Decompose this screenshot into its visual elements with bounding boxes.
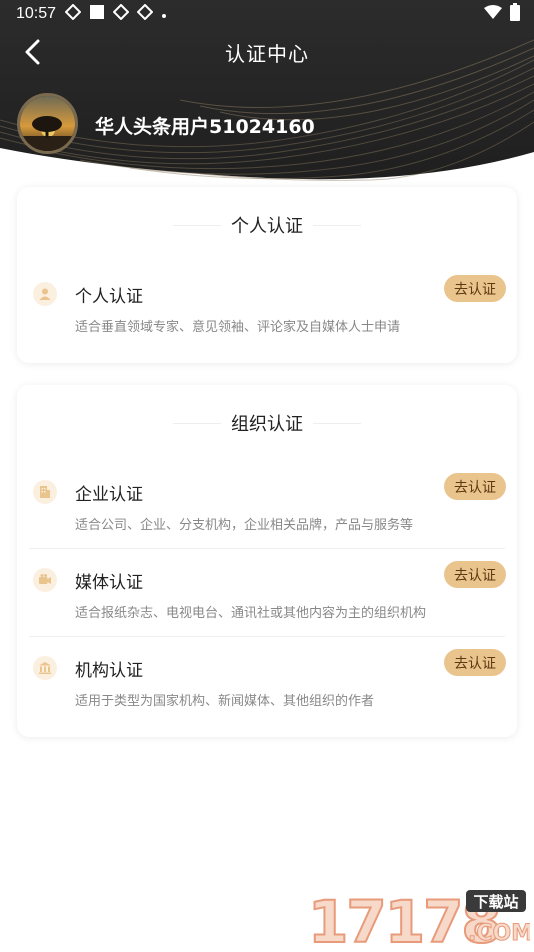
item-description: 适合垂直领域专家、意见领袖、评论家及自媒体人士申请 [75, 316, 400, 335]
certify-button[interactable]: 去认证 [444, 649, 506, 676]
list-item-enterprise[interactable]: 企业认证 适合公司、企业、分支机构，企业相关品牌，产品与服务等 去认证 [17, 480, 517, 568]
divider-line [313, 225, 361, 226]
watermark-logo: 17178 下载站 .COM [304, 886, 530, 948]
app-icon [89, 4, 105, 24]
header: 10:57 认证中心 [0, 0, 534, 182]
divider-line [173, 225, 221, 226]
battery-icon [510, 3, 520, 25]
wifi-icon [484, 5, 502, 23]
watermark-domain: .COM [468, 921, 530, 946]
list-item-personal[interactable]: 个人认证 适合垂直领域专家、意见领袖、评论家及自媒体人士申请 去认证 [17, 282, 517, 370]
tree-sunset-icon [20, 96, 75, 151]
divider [29, 636, 505, 637]
dot-icon [161, 5, 167, 23]
personal-certification-card: 个人认证 个人认证 适合垂直领域专家、意见领袖、评论家及自媒体人士申请 去认证 [17, 187, 517, 363]
camera-icon [33, 568, 57, 592]
divider-line [313, 423, 361, 424]
watermark-graphic: 17178 下载站 .COM [304, 886, 530, 948]
item-title: 企业认证 [75, 480, 143, 505]
list-item-institution[interactable]: 机构认证 适用于类型为国家机构、新闻媒体、其他组织的作者 去认证 [17, 656, 517, 744]
notification-icon [65, 4, 81, 24]
item-description: 适用于类型为国家机构、新闻媒体、其他组织的作者 [75, 690, 374, 709]
username: 华人头条用户51024160 [95, 112, 315, 139]
notification-icon-3 [137, 4, 153, 24]
status-bar: 10:57 [0, 0, 534, 28]
divider [29, 548, 505, 549]
item-title: 个人认证 [75, 282, 143, 307]
section-title: 组织认证 [231, 410, 303, 436]
building-icon [33, 480, 57, 504]
institution-icon [33, 656, 57, 680]
list-item-media[interactable]: 媒体认证 适合报纸杂志、电视电台、通讯社或其他内容为主的组织机构 去认证 [17, 568, 517, 656]
certify-button[interactable]: 去认证 [444, 473, 506, 500]
notification-icon-2 [113, 4, 129, 24]
avatar[interactable] [17, 93, 78, 154]
page-title: 认证中心 [0, 38, 534, 67]
certify-button[interactable]: 去认证 [444, 275, 506, 302]
status-time: 10:57 [16, 5, 56, 23]
item-description: 适合报纸杂志、电视电台、通讯社或其他内容为主的组织机构 [75, 602, 426, 621]
item-title: 媒体认证 [75, 568, 143, 593]
item-description: 适合公司、企业、分支机构，企业相关品牌，产品与服务等 [75, 514, 413, 533]
divider-line [173, 423, 221, 424]
watermark-badge: 下载站 [473, 893, 518, 911]
certify-button[interactable]: 去认证 [444, 561, 506, 588]
organization-certification-card: 组织认证 企业认证 适合公司、企业、分支机构，企业相关品牌，产品与服务等 去认证… [17, 385, 517, 737]
person-icon [33, 282, 57, 306]
section-title: 个人认证 [231, 212, 303, 238]
item-title: 机构认证 [75, 656, 143, 681]
